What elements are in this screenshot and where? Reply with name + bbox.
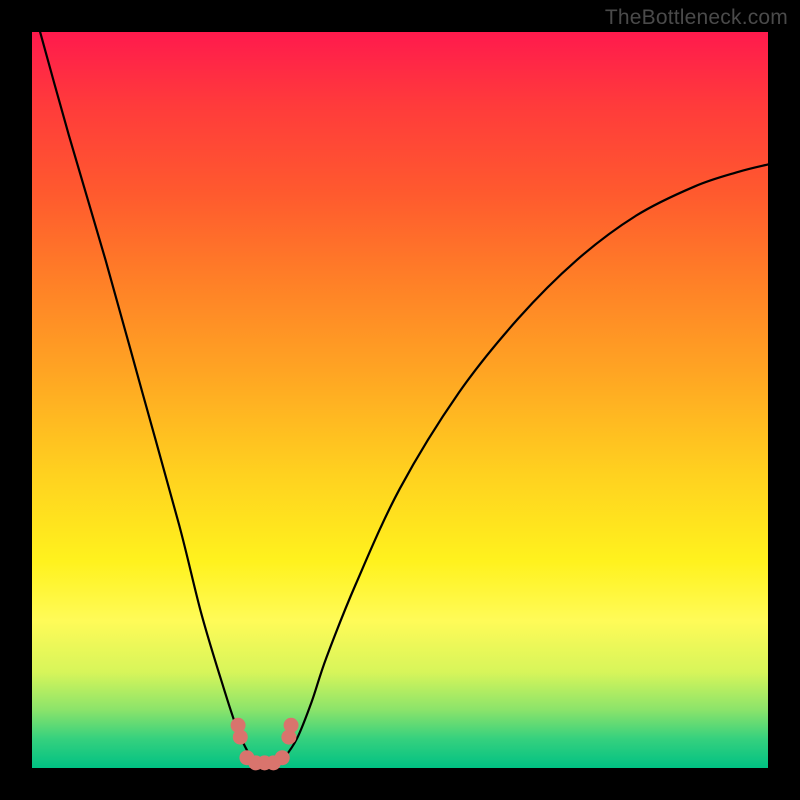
chart-frame: TheBottleneck.com [0,0,800,800]
plot-area [32,32,768,768]
bead-cluster [231,718,299,771]
bead [233,730,248,745]
bead [275,750,290,765]
bottleneck-curve [32,3,768,769]
chart-svg [32,32,768,768]
watermark-text: TheBottleneck.com [605,6,788,30]
bead [284,718,299,733]
